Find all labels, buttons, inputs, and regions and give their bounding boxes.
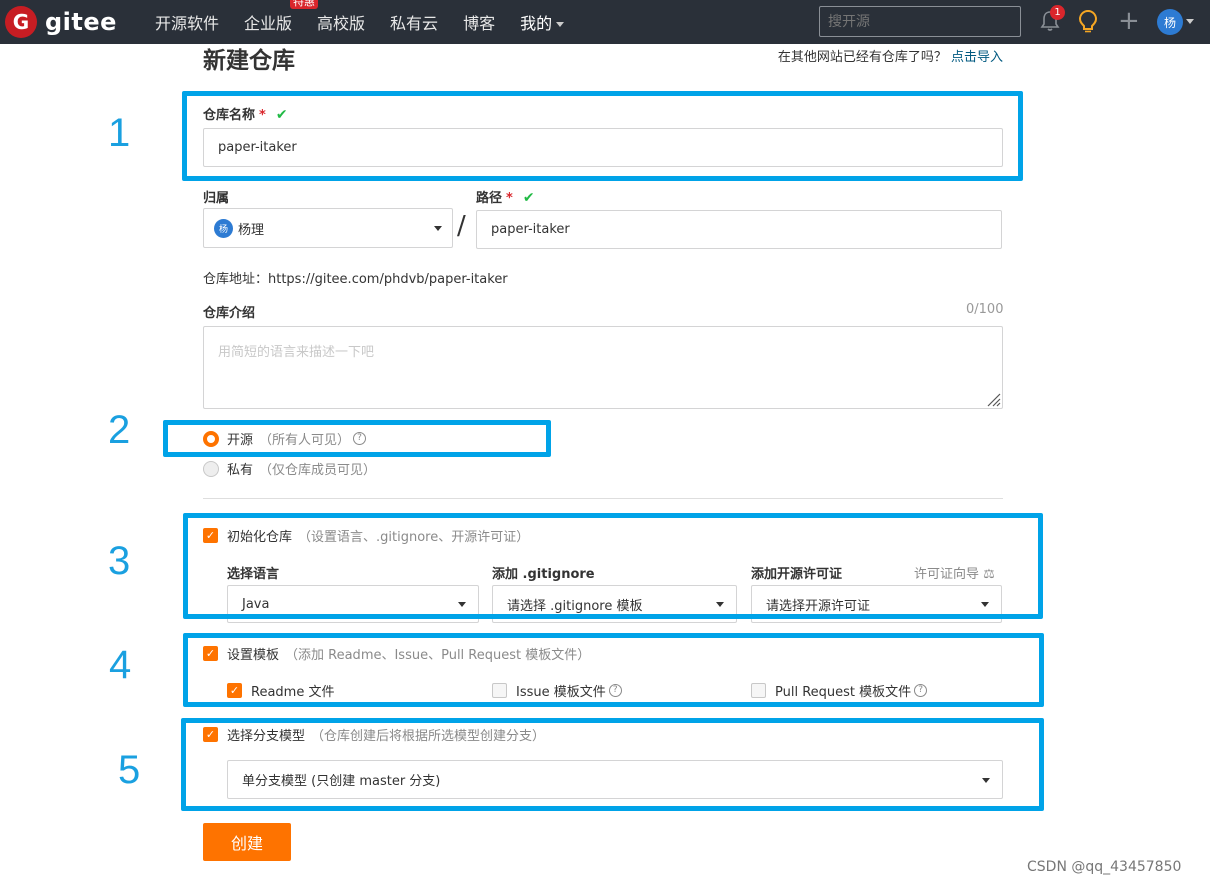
promo-badge: 特惠 [290, 0, 319, 9]
owner-select[interactable]: 杨 杨理 [203, 208, 453, 248]
radio-unchecked-icon [203, 460, 219, 477]
search-input[interactable] [819, 6, 1021, 37]
nav-blog[interactable]: 博客 [463, 10, 495, 34]
annotation-box-1 [182, 91, 1023, 181]
desc-label: 仓库介绍 [203, 306, 256, 321]
watermark: CSDN @qq_43457850 [1027, 859, 1182, 875]
annotation-number-5: 5 [118, 748, 141, 792]
gitee-logo-icon: G [5, 6, 37, 38]
nav-education[interactable]: 高校版 [317, 10, 365, 34]
annotation-box-5 [181, 718, 1044, 811]
import-prompt: 在其他网站已经有仓库了吗？ 点击导入 [778, 46, 1003, 65]
create-button[interactable]: 创建 [203, 823, 291, 861]
chevron-down-icon [434, 226, 442, 231]
import-link[interactable]: 点击导入 [951, 50, 1003, 65]
user-avatar[interactable]: 杨 [1157, 9, 1183, 35]
owner-value: 杨理 [238, 222, 265, 238]
plus-icon[interactable]: + [1118, 8, 1140, 34]
chevron-down-icon[interactable] [1186, 19, 1194, 24]
private-hint: （仅仓库成员可见） [259, 463, 377, 478]
nav-mine[interactable]: 我的 [520, 10, 565, 34]
desc-placeholder: 用简短的语言来描述一下吧 [218, 345, 375, 360]
nav-opensource[interactable]: 开源软件 [155, 10, 219, 34]
owner-avatar: 杨 [214, 218, 233, 238]
import-prompt-text: 在其他网站已经有仓库了吗？ [777, 50, 947, 65]
path-separator: / [457, 211, 466, 241]
gitee-logo[interactable]: G gitee [5, 6, 117, 38]
nav-enterprise-label: 企业版 [244, 14, 293, 33]
repo-url: 仓库地址：https://gitee.com/phdvb/paper-itake… [203, 272, 508, 287]
nav-private-cloud[interactable]: 私有云 [390, 10, 438, 34]
check-icon: ✔ [522, 190, 535, 206]
path-label-text: 路径 [476, 191, 503, 206]
top-navbar: G gitee 开源软件 企业版 特惠 高校版 私有云 博客 我的 1 + 杨 [0, 0, 1210, 44]
annotation-box-2 [163, 420, 551, 457]
annotation-number-4: 4 [109, 643, 132, 687]
path-label: 路径 * ✔ [476, 187, 535, 206]
desc-counter: 0/100 [966, 302, 1004, 317]
lightbulb-icon[interactable] [1077, 9, 1099, 33]
annotation-number-3: 3 [108, 539, 131, 583]
gitee-logo-text: gitee [45, 8, 117, 36]
required-mark: * [506, 191, 513, 206]
page-title: 新建仓库 [203, 48, 295, 74]
annotation-box-3 [183, 513, 1043, 619]
chevron-down-icon [556, 22, 565, 27]
owner-label: 归属 [203, 191, 230, 206]
private-label: 私有 [227, 463, 254, 478]
divider [203, 498, 1003, 499]
path-input[interactable]: paper-itaker [476, 210, 1002, 249]
annotation-box-4 [183, 633, 1044, 707]
nav-mine-label: 我的 [520, 14, 553, 33]
annotation-number-2: 2 [108, 408, 131, 452]
nav-enterprise[interactable]: 企业版 特惠 [244, 0, 319, 34]
notification-badge: 1 [1050, 5, 1065, 20]
annotation-number-1: 1 [108, 111, 131, 155]
visibility-private-radio[interactable]: 私有 （仅仓库成员可见） [203, 459, 376, 478]
resize-handle-icon[interactable] [985, 391, 1001, 407]
desc-textarea[interactable]: 用简短的语言来描述一下吧 [203, 326, 1003, 409]
main-nav: 开源软件 企业版 特惠 高校版 私有云 博客 我的 [155, 0, 589, 44]
